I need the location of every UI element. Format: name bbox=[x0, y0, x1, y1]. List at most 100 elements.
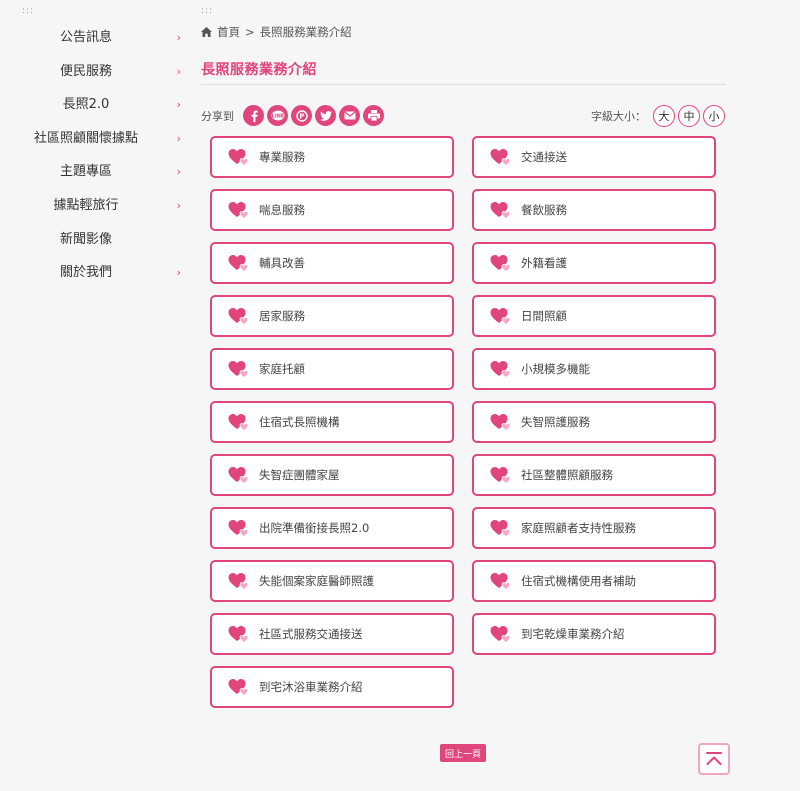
service-card[interactable]: 社區式服務交通接送 bbox=[210, 613, 454, 655]
sidebar-item[interactable]: 公告訊息 › bbox=[0, 24, 190, 58]
sidebar-item[interactable]: 關於我們 › bbox=[0, 259, 190, 293]
service-card[interactable]: 日間照顧 bbox=[472, 295, 716, 337]
font-size-small-button[interactable]: 小 bbox=[703, 105, 725, 127]
heart-icon bbox=[490, 254, 521, 272]
heart-icon bbox=[490, 307, 521, 325]
back-to-top-icon[interactable] bbox=[698, 743, 730, 775]
heart-icon bbox=[228, 625, 259, 643]
heart-icon bbox=[228, 307, 259, 325]
title-divider bbox=[201, 84, 726, 85]
service-card-label: 住宿式長照機構 bbox=[259, 415, 340, 429]
service-card-label: 住宿式機構使用者補助 bbox=[521, 574, 636, 588]
font-size-medium-button[interactable]: 中 bbox=[678, 105, 700, 127]
sidebar-item[interactable]: 便民服務 › bbox=[0, 58, 190, 92]
back-button[interactable]: 回上一頁 bbox=[440, 744, 486, 762]
service-card-label: 輔具改善 bbox=[259, 256, 305, 270]
sidebar-item[interactable]: 社區照顧關懷據點 › bbox=[0, 125, 190, 159]
service-card-label: 出院準備銜接長照2.0 bbox=[259, 521, 370, 535]
service-card[interactable]: 家庭托顧 bbox=[210, 348, 454, 390]
sidebar-item-label: 便民服務 bbox=[59, 63, 112, 79]
service-card[interactable]: 輔具改善 bbox=[210, 242, 454, 284]
page-title: 長照服務業務介紹 bbox=[201, 62, 317, 78]
service-card[interactable]: 餐飲服務 bbox=[472, 189, 716, 231]
decor-dots-main: ::: bbox=[201, 6, 214, 16]
breadcrumb: 首頁 > 長照服務業務介紹 bbox=[201, 24, 352, 40]
service-card[interactable]: 喘息服務 bbox=[210, 189, 454, 231]
heart-icon bbox=[490, 519, 521, 537]
service-card[interactable]: 家庭照顧者支持性服務 bbox=[472, 507, 716, 549]
sidebar-item[interactable]: 長照2.0 › bbox=[0, 91, 190, 125]
facebook-icon[interactable] bbox=[243, 105, 264, 126]
home-icon[interactable] bbox=[201, 27, 212, 37]
sidebar-item[interactable]: 新聞影像 bbox=[0, 226, 190, 260]
service-card[interactable]: 到宅沐浴車業務介紹 bbox=[210, 666, 454, 708]
breadcrumb-current: 長照服務業務介紹 bbox=[259, 25, 352, 39]
heart-icon bbox=[228, 148, 259, 166]
service-card[interactable]: 居家服務 bbox=[210, 295, 454, 337]
svg-text:LINE: LINE bbox=[271, 113, 284, 119]
heart-icon bbox=[228, 519, 259, 537]
chevron-right-icon: › bbox=[176, 266, 181, 280]
line-icon[interactable]: LINE bbox=[267, 105, 288, 126]
decor-dots-left: ::: bbox=[22, 6, 35, 16]
service-card-label: 到宅沐浴車業務介紹 bbox=[259, 680, 363, 694]
heart-icon bbox=[228, 254, 259, 272]
heart-icon bbox=[490, 413, 521, 431]
svg-text:P: P bbox=[299, 112, 304, 120]
sidebar-item-label: 公告訊息 bbox=[59, 30, 112, 45]
service-grid: 專業服務 交通接送喘息服務 餐飲服務輔具改善 外籍看護居家服務 日間照顧 家庭托顧 小規模多… bbox=[210, 136, 716, 708]
email-icon[interactable] bbox=[339, 105, 360, 126]
service-card[interactable]: 住宿式機構使用者補助 bbox=[472, 560, 716, 602]
service-card-label: 喘息服務 bbox=[259, 203, 305, 217]
sidebar-item[interactable]: 據點輕旅行 › bbox=[0, 192, 190, 226]
chevron-right-icon: › bbox=[176, 31, 181, 44]
service-card-label: 家庭照顧者支持性服務 bbox=[521, 521, 636, 535]
font-size-large-button[interactable]: 大 bbox=[653, 105, 675, 127]
heart-icon bbox=[490, 201, 521, 219]
breadcrumb-separator: > bbox=[245, 25, 255, 39]
breadcrumb-home[interactable]: 首頁 bbox=[217, 24, 240, 40]
service-card[interactable]: 失智症團體家屋 bbox=[210, 454, 454, 496]
service-card-label: 外籍看護 bbox=[521, 256, 567, 270]
service-card-label: 交通接送 bbox=[521, 150, 567, 164]
service-card-label: 居家服務 bbox=[259, 309, 305, 323]
service-card-label: 專業服務 bbox=[259, 150, 305, 164]
service-card-label: 失智照護服務 bbox=[521, 415, 590, 429]
chevron-right-icon: › bbox=[176, 98, 181, 112]
sidebar-item-label: 社區照顧關懷據點 bbox=[33, 130, 138, 146]
sidebar-item-label: 關於我們 bbox=[59, 265, 112, 281]
sidebar-item-label: 據點輕旅行 bbox=[53, 197, 119, 213]
sidebar-nav: 公告訊息 › 便民服務 › 長照2.0 › 社區照顧關懷據點 › 主題專區 › 據點輕旅行 › 新聞影像… bbox=[0, 24, 190, 293]
service-card[interactable]: 外籍看護 bbox=[472, 242, 716, 284]
heart-icon bbox=[228, 201, 259, 219]
twitter-icon[interactable] bbox=[315, 105, 336, 126]
service-card[interactable]: 失智照護服務 bbox=[472, 401, 716, 443]
sidebar-item-label: 主題專區 bbox=[59, 164, 112, 180]
service-card-label: 失智症團體家屋 bbox=[259, 468, 340, 482]
chevron-right-icon: › bbox=[176, 131, 181, 145]
service-card[interactable]: 社區整體照顧服務 bbox=[472, 454, 716, 496]
service-card[interactable]: 交通接送 bbox=[472, 136, 716, 178]
chevron-right-icon: › bbox=[176, 198, 181, 212]
chevron-right-icon: › bbox=[176, 165, 181, 179]
sidebar-item[interactable]: 主題專區 › bbox=[0, 158, 190, 192]
service-card-label: 到宅乾燥車業務介紹 bbox=[521, 627, 625, 641]
service-card[interactable]: 專業服務 bbox=[210, 136, 454, 178]
sidebar-item-label: 新聞影像 bbox=[59, 231, 112, 247]
share-label: 分享到 bbox=[201, 109, 234, 123]
heart-icon bbox=[228, 678, 259, 696]
sidebar-item-label: 長照2.0 bbox=[62, 97, 110, 113]
service-card[interactable]: 失能個案家庭醫師照護 bbox=[210, 560, 454, 602]
service-card[interactable]: 小規模多機能 bbox=[472, 348, 716, 390]
service-card-label: 小規模多機能 bbox=[521, 362, 590, 376]
service-card-label: 失能個案家庭醫師照護 bbox=[259, 574, 374, 588]
heart-icon bbox=[490, 360, 521, 378]
heart-icon bbox=[490, 572, 521, 590]
heart-icon bbox=[228, 413, 259, 431]
service-card[interactable]: 到宅乾燥車業務介紹 bbox=[472, 613, 716, 655]
plurk-icon[interactable]: P bbox=[291, 105, 312, 126]
heart-icon bbox=[228, 360, 259, 378]
print-icon[interactable] bbox=[363, 105, 384, 126]
service-card[interactable]: 出院準備銜接長照2.0 bbox=[210, 507, 454, 549]
service-card[interactable]: 住宿式長照機構 bbox=[210, 401, 454, 443]
